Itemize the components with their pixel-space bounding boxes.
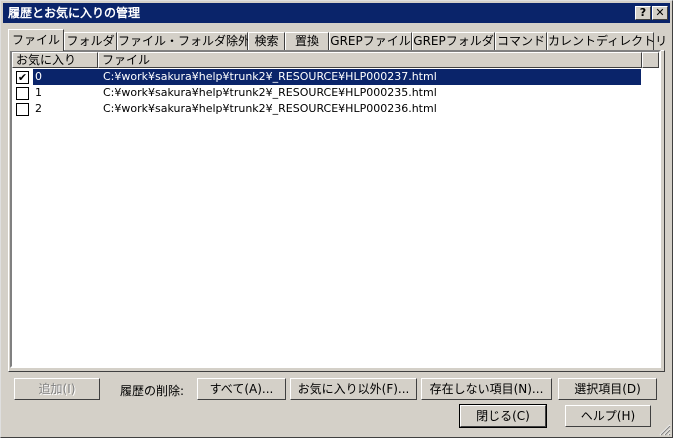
item-number: 1 xyxy=(35,86,42,99)
column-header-favorite[interactable]: お気に入り xyxy=(12,52,98,68)
close-button[interactable]: 閉じる(C) xyxy=(459,404,547,428)
title-bar[interactable]: 履歴とお気に入りの管理 ? ✕ xyxy=(3,3,670,23)
help-title-button[interactable]: ? xyxy=(635,6,651,20)
favorite-checkbox[interactable] xyxy=(16,103,29,116)
window-title: 履歴とお気に入りの管理 xyxy=(8,6,141,20)
close-title-button[interactable]: ✕ xyxy=(652,6,668,20)
add-button[interactable]: 追加(I) xyxy=(14,378,100,400)
tab-current-directory[interactable]: カレントディレクトリ xyxy=(547,32,667,50)
file-path: C:¥work¥sakura¥help¥trunk2¥_RESOURCE¥HLP… xyxy=(97,69,641,85)
tab-grep-file[interactable]: GREPファイル xyxy=(329,32,412,50)
tab-strip: ファイル フォルダ ファイル・フォルダ除外 検索 置換 GREPファイル GRE… xyxy=(8,29,667,51)
tab-grep-folder[interactable]: GREPフォルダ xyxy=(412,32,495,50)
favorite-checkbox[interactable]: ✔ xyxy=(16,71,29,84)
delete-non-favorites-button[interactable]: お気に入り以外(F)... xyxy=(290,378,417,400)
column-header-filler xyxy=(642,52,659,68)
delete-history-label: 履歴の削除: xyxy=(120,384,185,398)
list-item[interactable]: 2 C:¥work¥sakura¥help¥trunk2¥_RESOURCE¥H… xyxy=(12,101,641,117)
file-path: C:¥work¥sakura¥help¥trunk2¥_RESOURCE¥HLP… xyxy=(103,86,437,99)
delete-all-button[interactable]: すべて(A)... xyxy=(197,378,286,400)
delete-nonexistent-button[interactable]: 存在しない項目(N)... xyxy=(421,378,552,400)
item-number: 2 xyxy=(35,102,42,115)
tab-command[interactable]: コマンド xyxy=(495,32,547,50)
tab-search[interactable]: 検索 xyxy=(248,32,285,50)
list-item[interactable]: ✔ 0 C:¥work¥sakura¥help¥trunk2¥_RESOURCE… xyxy=(12,69,641,85)
item-number: 0 xyxy=(33,69,97,85)
resize-grip-icon[interactable] xyxy=(659,424,671,436)
list-item[interactable]: 1 C:¥work¥sakura¥help¥trunk2¥_RESOURCE¥H… xyxy=(12,85,641,101)
history-list[interactable]: お気に入り ファイル ✔ 0 C:¥work¥sakura¥help¥trunk… xyxy=(10,50,661,368)
tab-folder[interactable]: フォルダ xyxy=(64,32,117,50)
tab-replace[interactable]: 置換 xyxy=(285,32,329,50)
tab-file[interactable]: ファイル xyxy=(8,29,64,51)
column-header-file[interactable]: ファイル xyxy=(98,52,642,68)
favorite-checkbox[interactable] xyxy=(16,87,29,100)
help-button[interactable]: ヘルプ(H) xyxy=(565,405,651,427)
tab-file-folder-exclude[interactable]: ファイル・フォルダ除外 xyxy=(117,32,250,50)
delete-selected-button[interactable]: 選択項目(D) xyxy=(558,378,657,400)
file-path: C:¥work¥sakura¥help¥trunk2¥_RESOURCE¥HLP… xyxy=(103,102,437,115)
